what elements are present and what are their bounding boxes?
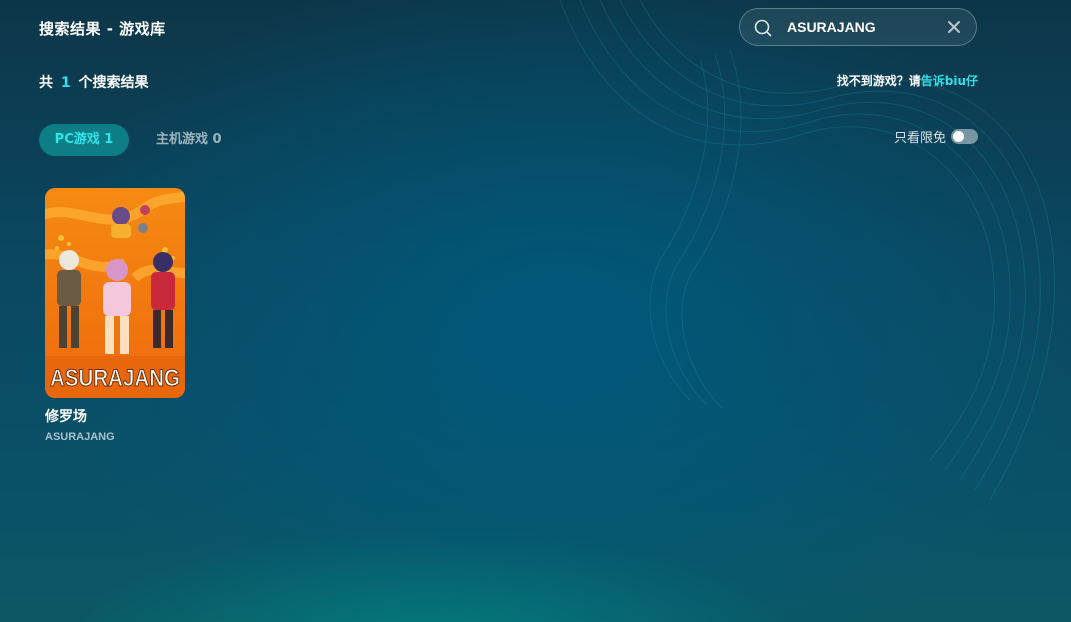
search-icon — [754, 19, 772, 37]
free-only-label: 只看限免 — [893, 130, 946, 146]
page-title: 搜索结果 - 游戏库 — [39, 20, 166, 38]
toggle-knob — [953, 130, 964, 142]
result-count: 共 1 个搜索结果 — [39, 72, 149, 92]
search-box[interactable] — [739, 8, 977, 46]
feedback-prompt: 找不到游戏？请告诉biu仔 — [837, 72, 978, 89]
free-only-toggle[interactable] — [951, 128, 978, 144]
result-count-number: 1 — [60, 75, 71, 91]
search-input[interactable] — [787, 17, 937, 37]
game-cover-image[interactable]: ASURAJANG — [45, 188, 185, 398]
game-subtitle: ASURAJANG — [45, 431, 115, 443]
result-count-suffix: 个搜索结果 — [78, 75, 149, 91]
tab-pc-games[interactable]: PC游戏 1 — [39, 124, 129, 156]
game-title[interactable]: 修罗场 — [45, 406, 187, 426]
feedback-link[interactable]: 告诉biu仔 — [921, 74, 978, 88]
clear-search-icon[interactable] — [946, 19, 962, 35]
tab-console-games[interactable]: 主机游戏 0 — [156, 124, 222, 156]
feedback-text: 找不到游戏？请 — [836, 74, 921, 88]
free-only-filter[interactable]: 只看限免 — [893, 127, 978, 146]
game-card[interactable]: ASURAJANG 修罗场 ASURAJANG — [45, 188, 187, 443]
result-count-prefix: 共 — [39, 75, 53, 91]
cover-logo-text: ASURAJANG — [50, 365, 180, 392]
